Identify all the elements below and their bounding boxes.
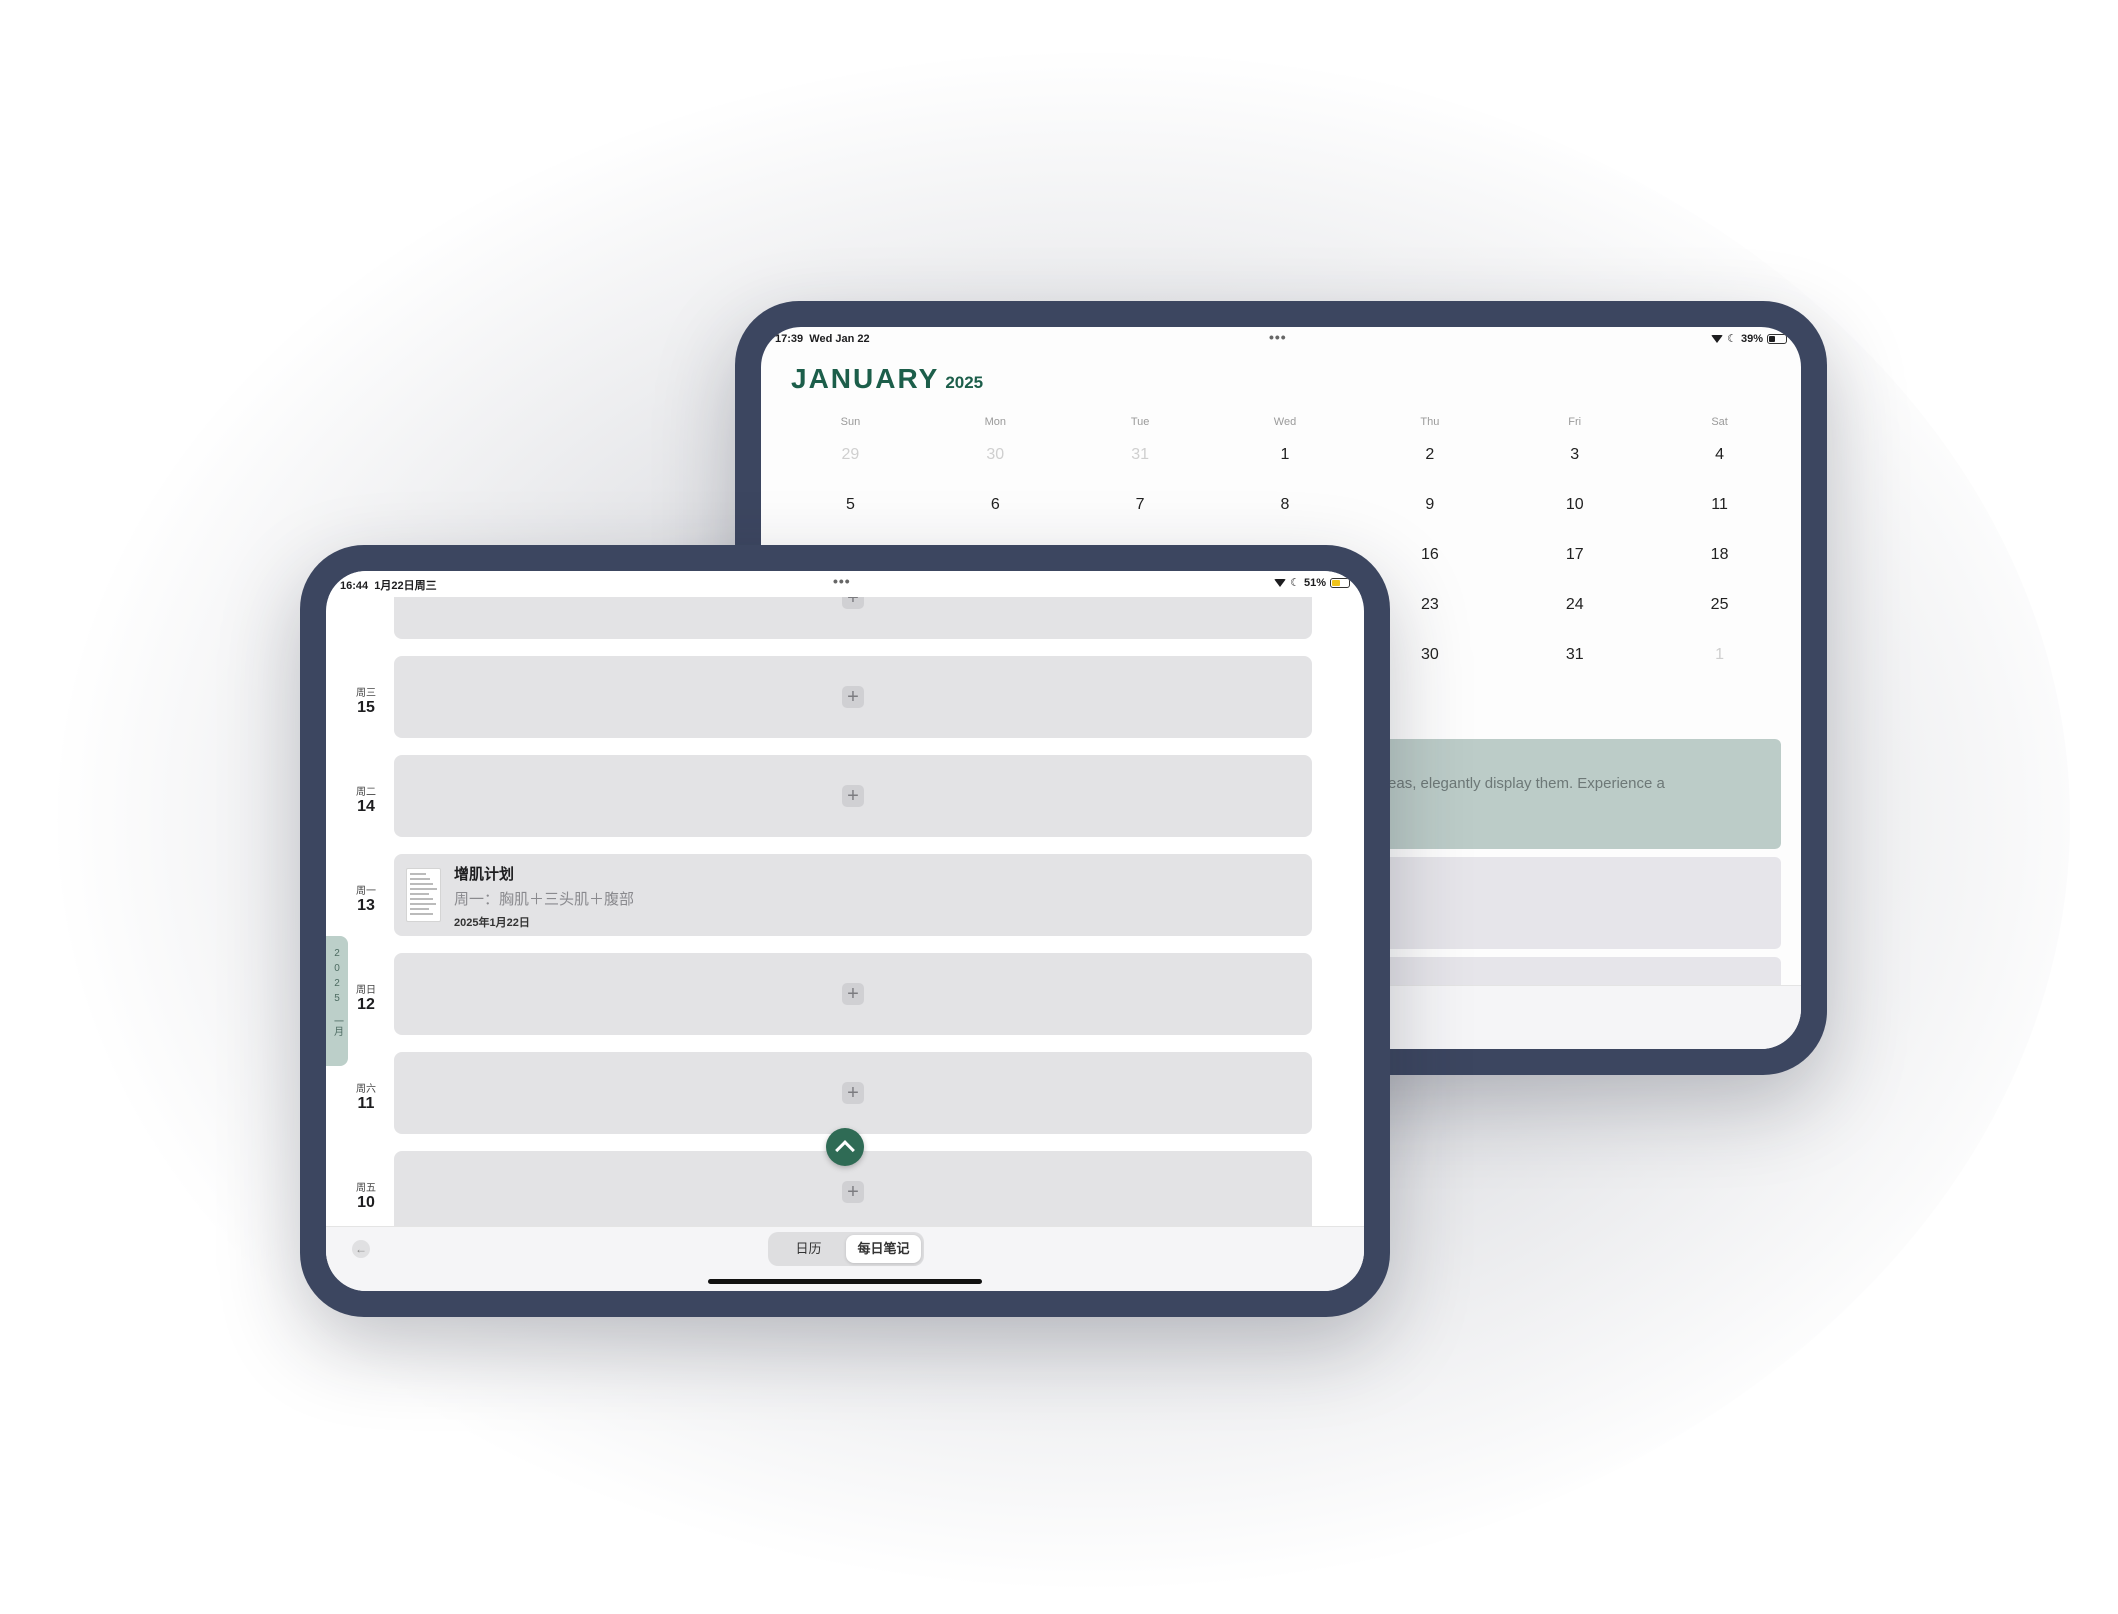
day-weekday: 周五 bbox=[356, 1183, 376, 1194]
view-switcher[interactable]: 日历 每日笔记 bbox=[768, 1232, 924, 1266]
month-name: JANUARY bbox=[791, 363, 940, 394]
weekday-label: Wed bbox=[1273, 416, 1297, 428]
note-preview-text: your ideas, elegantly display them. Expe… bbox=[1343, 775, 1665, 792]
weekday-label: Sat bbox=[1711, 416, 1728, 428]
month-side-tab[interactable]: 2 0 2 5 一月 bbox=[326, 936, 348, 1066]
day-label: 周二 14 bbox=[338, 783, 394, 816]
bottom-toolbar: ← 日历 每日笔记 bbox=[326, 1226, 1364, 1291]
day-weekday: 周三 bbox=[356, 688, 376, 699]
day-label: 周六 11 bbox=[338, 1080, 394, 1113]
month-year: 2025 bbox=[945, 373, 984, 392]
calendar-day[interactable]: 1 bbox=[1647, 635, 1792, 685]
side-tab-year-char: 0 bbox=[334, 963, 340, 974]
calendar-day[interactable]: 29 bbox=[778, 435, 923, 485]
day-weekday: 周六 bbox=[356, 1084, 376, 1095]
note-thumbnail bbox=[406, 868, 441, 922]
calendar-day[interactable]: 18 bbox=[1647, 535, 1792, 585]
calendar-day[interactable]: 3 bbox=[1502, 435, 1647, 485]
day-number: 14 bbox=[357, 798, 375, 815]
day-label: 周三 15 bbox=[338, 684, 394, 717]
note-title: 增肌计划 bbox=[454, 866, 515, 883]
side-tab-year-char: 2 bbox=[334, 978, 340, 989]
battery-percent: 39% bbox=[1740, 332, 1763, 345]
tab-calendar[interactable]: 日历 bbox=[771, 1235, 846, 1263]
moon-icon: ☾ bbox=[1290, 577, 1300, 589]
daily-notes-screen: 16+周三15+周二14+周一13增肌计划周一：胸肌＋三头肌＋腹部2025年1月… bbox=[326, 571, 1364, 1291]
add-note-icon[interactable]: + bbox=[842, 785, 864, 807]
wifi-icon bbox=[1711, 334, 1724, 343]
calendar-day[interactable]: 2 bbox=[1357, 435, 1502, 485]
weekday-label: Mon bbox=[984, 416, 1006, 428]
add-note-icon[interactable]: + bbox=[842, 983, 864, 1005]
add-note-icon[interactable]: + bbox=[842, 1082, 864, 1104]
status-right: ☾ 51% bbox=[1274, 576, 1350, 589]
status-time: 16:44 1月22日周三 bbox=[340, 580, 437, 592]
day-weekday: 周一 bbox=[356, 886, 376, 897]
battery-percent: 51% bbox=[1303, 576, 1326, 589]
empty-day-card[interactable]: + bbox=[394, 953, 1312, 1035]
weekday-label: Tue bbox=[1130, 416, 1150, 428]
day-weekday: 周二 bbox=[356, 787, 376, 798]
calendar-day[interactable]: 11 bbox=[1647, 485, 1792, 535]
calendar-day[interactable]: 31 bbox=[1502, 635, 1647, 685]
note-date: 2025年1月22日 bbox=[454, 917, 530, 929]
status-bar: 16:44 1月22日周三 ••• ☾ 51% bbox=[326, 571, 1364, 597]
day-row: 周日 12 + bbox=[326, 953, 1364, 1037]
battery-icon bbox=[1330, 577, 1350, 588]
side-tab-year-char: 2 bbox=[334, 948, 340, 959]
calendar-day[interactable]: 6 bbox=[923, 485, 1068, 535]
calendar-day[interactable]: 31 bbox=[1068, 435, 1213, 485]
tab-daily-notes[interactable]: 每日笔记 bbox=[846, 1235, 921, 1263]
add-note-icon[interactable]: + bbox=[842, 686, 864, 708]
day-number: 13 bbox=[357, 897, 375, 914]
multitask-dots-icon[interactable]: ••• bbox=[833, 573, 851, 589]
add-note-icon[interactable]: + bbox=[842, 1181, 864, 1203]
day-number: 10 bbox=[357, 1194, 375, 1211]
note-preview-card[interactable]: your ideas, elegantly display them. Expe… bbox=[1331, 739, 1781, 849]
empty-day-card[interactable]: + bbox=[394, 1052, 1312, 1134]
calendar-day[interactable]: 24 bbox=[1502, 585, 1647, 635]
calendar-day[interactable]: 5 bbox=[778, 485, 923, 535]
calendar-day[interactable]: 10 bbox=[1502, 485, 1647, 535]
day-number: 15 bbox=[357, 699, 375, 716]
day-row: 周六 11 + bbox=[326, 1052, 1364, 1136]
note-card[interactable]: 增肌计划周一：胸肌＋三头肌＋腹部 2025年1月22日 bbox=[394, 854, 1312, 936]
day-row: 周二 14 + bbox=[326, 755, 1364, 839]
front-tablet: 16+周三15+周二14+周一13增肌计划周一：胸肌＋三头肌＋腹部2025年1月… bbox=[300, 545, 1390, 1317]
empty-day-card[interactable]: + bbox=[394, 656, 1312, 738]
empty-day-card[interactable]: + bbox=[394, 755, 1312, 837]
multitask-dots-icon[interactable]: ••• bbox=[1269, 329, 1287, 345]
weekday-label: Fri bbox=[1568, 416, 1582, 428]
weekday-header: Sun Mon Tue Wed Thu Fri Sat bbox=[778, 416, 1792, 428]
battery-icon bbox=[1767, 333, 1787, 344]
side-tab-year-char: 5 bbox=[334, 993, 340, 1004]
scroll-up-button[interactable] bbox=[826, 1128, 864, 1166]
note-card[interactable] bbox=[1331, 857, 1781, 949]
weekday-label: Sun bbox=[840, 416, 861, 428]
status-right: ☾ 39% bbox=[1711, 332, 1787, 345]
month-title: JANUARY 2025 bbox=[791, 363, 983, 395]
calendar-day[interactable]: 30 bbox=[923, 435, 1068, 485]
calendar-day[interactable]: 8 bbox=[1213, 485, 1358, 535]
day-row: 周三 15 + bbox=[326, 656, 1364, 740]
side-tab-month: 一月 bbox=[331, 1016, 343, 1036]
day-row: 周一 13 增肌计划周一：胸肌＋三头肌＋腹部 2025年1月22日 bbox=[326, 854, 1364, 938]
day-label: 周五 10 bbox=[338, 1179, 394, 1212]
calendar-day[interactable]: 9 bbox=[1357, 485, 1502, 535]
status-time: 17:39 Wed Jan 22 bbox=[775, 333, 870, 345]
calendar-day[interactable]: 25 bbox=[1647, 585, 1792, 635]
calendar-day[interactable]: 7 bbox=[1068, 485, 1213, 535]
wifi-icon bbox=[1274, 578, 1287, 587]
home-indicator[interactable] bbox=[708, 1279, 982, 1284]
day-label: 周一 13 bbox=[338, 882, 394, 915]
weekday-label: Thu bbox=[1420, 416, 1440, 428]
calendar-day[interactable]: 17 bbox=[1502, 535, 1647, 585]
status-bar: 17:39 Wed Jan 22 ••• ☾ 39% bbox=[761, 327, 1801, 353]
back-arrow-icon[interactable]: ← bbox=[352, 1240, 370, 1258]
note-body: 周一：胸肌＋三头肌＋腹部 bbox=[454, 891, 635, 908]
calendar-day[interactable]: 4 bbox=[1647, 435, 1792, 485]
day-number: 11 bbox=[357, 1095, 375, 1112]
calendar-day[interactable]: 1 bbox=[1213, 435, 1358, 485]
moon-icon: ☾ bbox=[1727, 333, 1737, 345]
